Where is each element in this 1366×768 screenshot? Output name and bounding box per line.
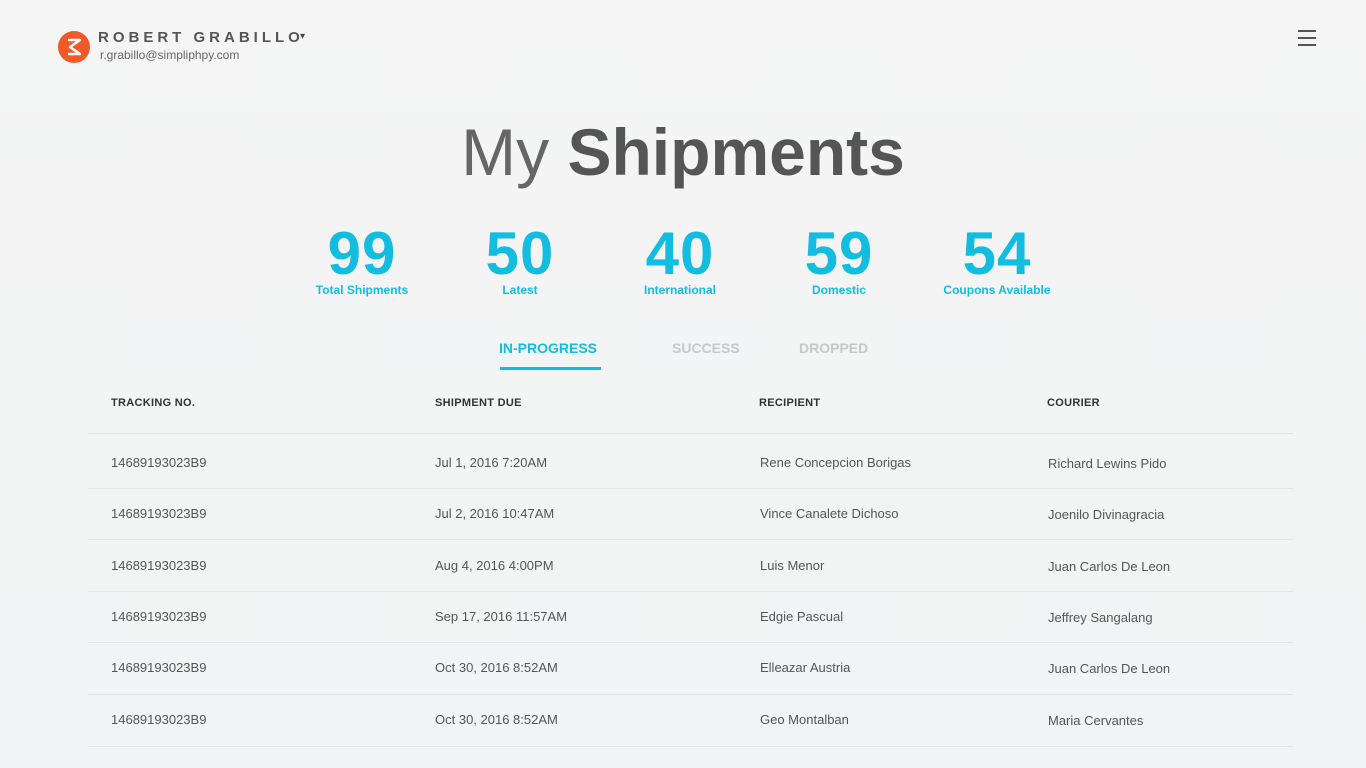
cell-tracking-no[interactable]: 14689193023B9 [111, 558, 206, 573]
stat-international: 40 International [600, 220, 760, 296]
column-header-shipment-due[interactable]: SHIPMENT DUE [435, 397, 522, 409]
stat-value: 59 [804, 220, 874, 287]
stat-label: Latest [502, 283, 538, 297]
cell-shipment-due: Oct 30, 2016 8:52AM [435, 712, 558, 727]
hourglass-logo-icon[interactable] [58, 31, 90, 63]
row-divider [88, 694, 1293, 695]
chevron-down-icon[interactable]: ▾ [300, 31, 305, 42]
cell-courier: Joenilo Divinagracia [1048, 507, 1165, 522]
cell-courier: Juan Carlos De Leon [1048, 559, 1171, 574]
stat-label: International [643, 283, 716, 297]
app-header: ROBERT GRABILLO ▾ r.grabillo@simpliphpy.… [0, 0, 1366, 80]
cell-recipient: Vince Canalete Dichoso [760, 506, 899, 521]
user-email: r.grabillo@simpliphpy.com [100, 48, 240, 62]
row-divider [88, 539, 1293, 540]
column-header-recipient[interactable]: RECIPIENT [759, 397, 820, 409]
cell-shipment-due: Oct 30, 2016 8:52AM [435, 660, 558, 675]
stat-coupons-available: 54 Coupons Available [917, 220, 1077, 296]
cell-courier: Jeffrey Sangalang [1048, 610, 1153, 625]
row-divider [88, 746, 1293, 747]
tab-in-progress[interactable]: IN-PROGRESS [499, 340, 597, 356]
stat-label: Coupons Available [943, 283, 1051, 297]
user-name[interactable]: ROBERT GRABILLO [98, 29, 304, 46]
cell-courier: Maria Cervantes [1048, 713, 1144, 728]
cell-recipient: Elleazar Austria [760, 660, 851, 675]
active-tab-indicator [500, 367, 601, 370]
cell-shipment-due: Jul 2, 2016 10:47AM [435, 506, 555, 521]
cell-courier: Richard Lewins Pido [1048, 456, 1167, 471]
cell-shipment-due: Sep 17, 2016 11:57AM [435, 609, 568, 624]
cell-shipment-due: Jul 1, 2016 7:20AM [435, 455, 548, 470]
stat-domestic: 59 Domestic [759, 220, 919, 296]
tab-success[interactable]: SUCCESS [672, 340, 740, 356]
page-title-light: My [461, 115, 550, 189]
cell-recipient: Luis Menor [760, 558, 825, 573]
cell-tracking-no[interactable]: 14689193023B9 [111, 455, 206, 470]
table-header-divider [88, 433, 1293, 434]
stat-label: Total Shipments [315, 283, 409, 297]
cell-recipient: Edgie Pascual [760, 609, 844, 624]
row-divider [88, 488, 1293, 489]
stat-total-shipments: 99 Total Shipments [282, 220, 442, 296]
stat-value: 40 [645, 220, 715, 287]
stat-value: 54 [962, 220, 1032, 287]
stat-label: Domestic [811, 283, 867, 297]
cell-recipient: Rene Concepcion Borigas [760, 455, 912, 470]
page-title: My Shipments [0, 112, 1366, 192]
column-header-tracking[interactable]: TRACKING NO. [111, 397, 195, 409]
cell-tracking-no[interactable]: 14689193023B9 [111, 712, 206, 727]
tab-dropped[interactable]: DROPPED [799, 340, 868, 356]
hamburger-menu-icon[interactable] [1298, 30, 1316, 46]
stat-value: 50 [485, 220, 555, 287]
row-divider [88, 642, 1293, 643]
cell-tracking-no[interactable]: 14689193023B9 [111, 660, 206, 675]
stat-latest: 50 Latest [440, 220, 600, 296]
column-header-courier[interactable]: COURIER [1047, 397, 1100, 409]
page-title-bold: Shipments [567, 115, 905, 189]
cell-tracking-no[interactable]: 14689193023B9 [111, 609, 206, 624]
stat-value: 99 [327, 220, 397, 287]
cell-tracking-no[interactable]: 14689193023B9 [111, 506, 206, 521]
cell-courier: Juan Carlos De Leon [1048, 661, 1171, 676]
cell-shipment-due: Aug 4, 2016 4:00PM [435, 558, 554, 573]
cell-recipient: Geo Montalban [760, 712, 849, 727]
row-divider [88, 591, 1293, 592]
